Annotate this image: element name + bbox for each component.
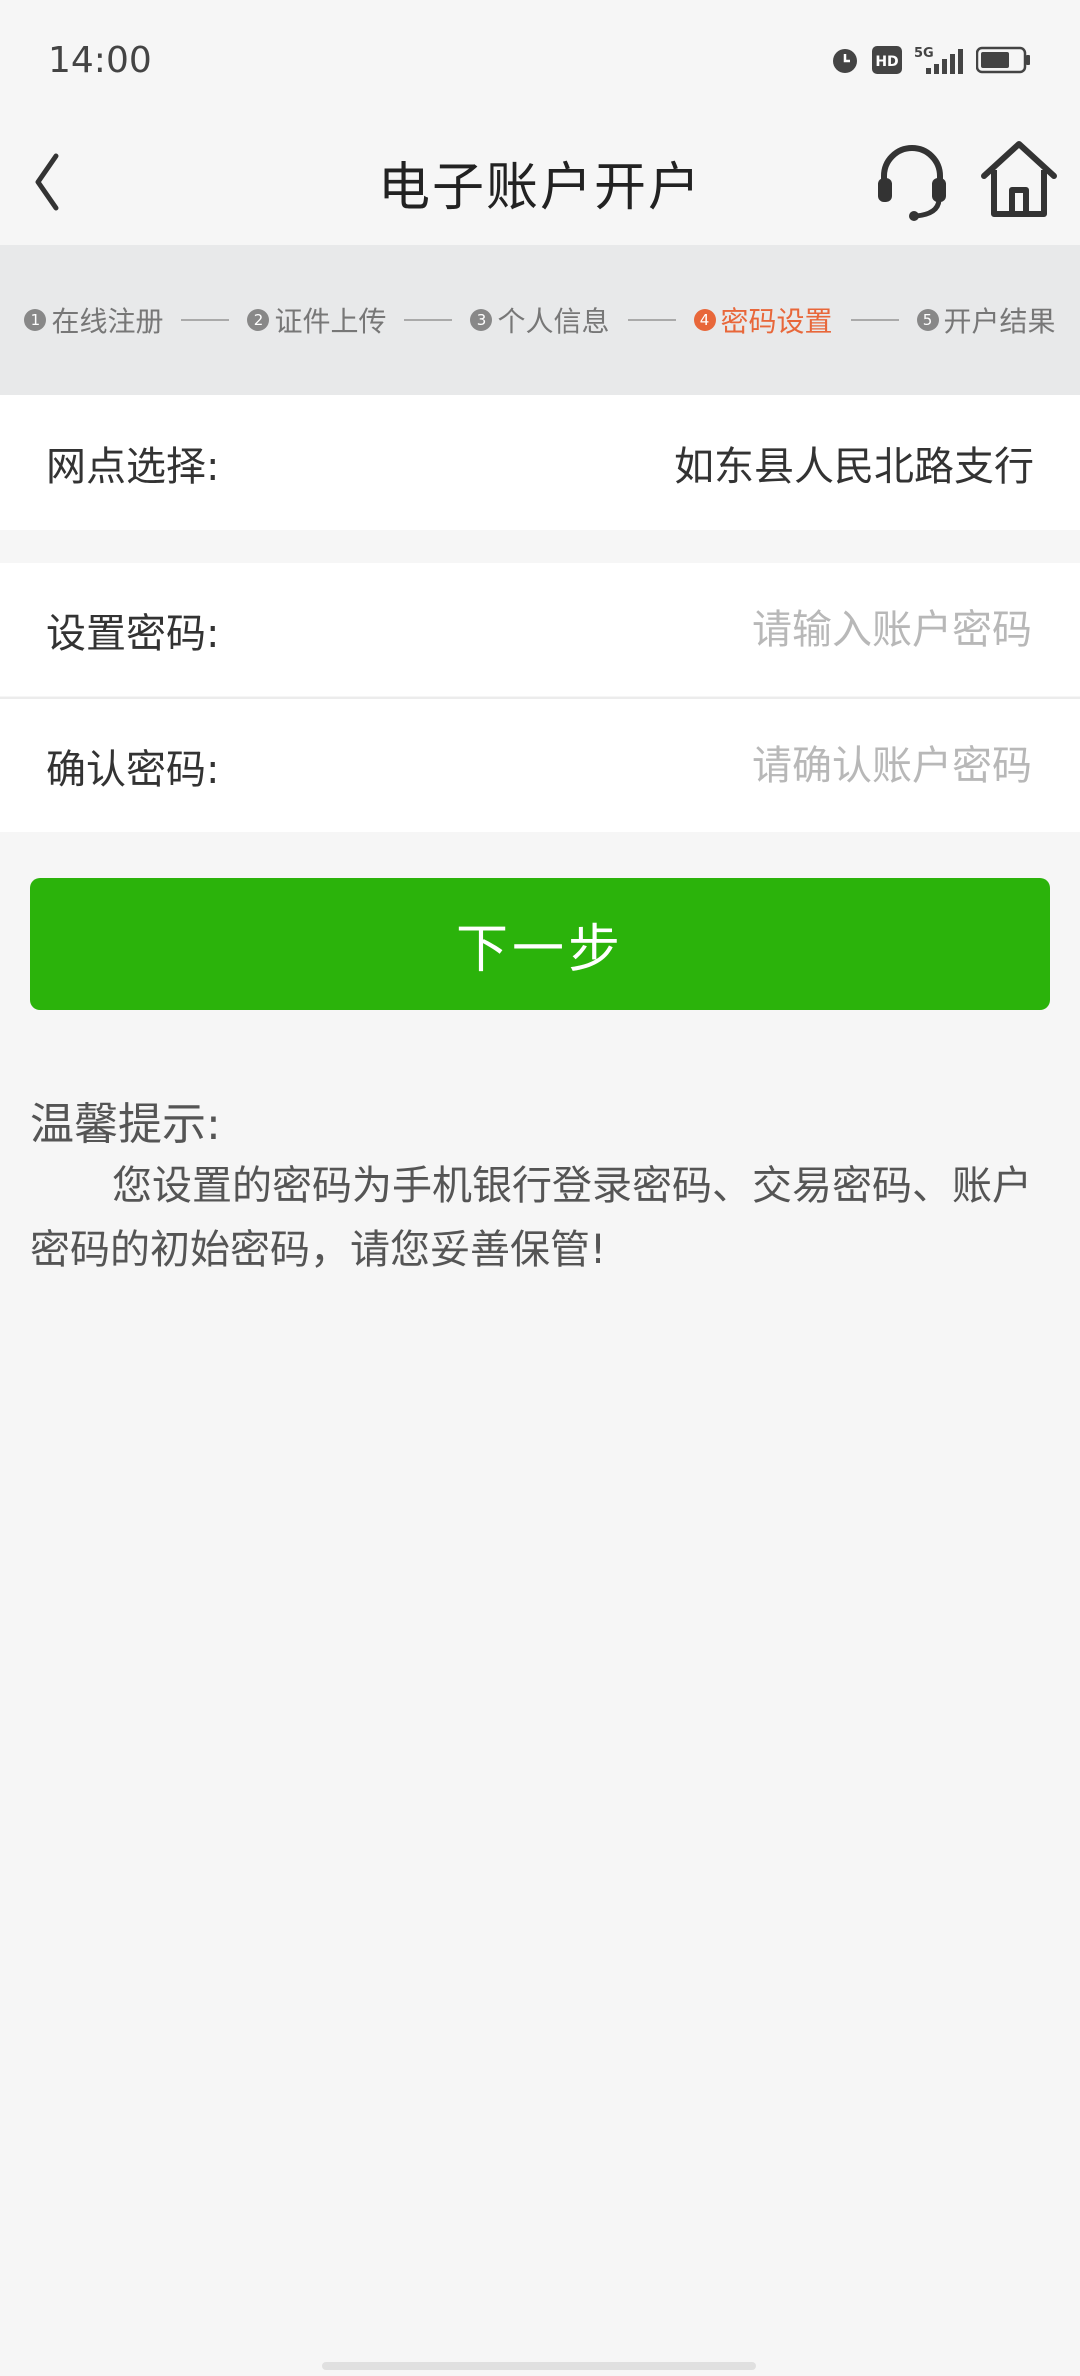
step-1: 1 在线注册 [24,300,163,340]
svg-text:5G: 5G [914,46,934,61]
next-button[interactable]: 下一步 [30,878,1050,1010]
step-label: 个人信息 [497,305,610,338]
chevron-left-icon[interactable] [24,142,104,222]
status-time: 14:00 [48,39,152,81]
step-connector [404,319,453,321]
step-4: 4 密码设置 [693,300,833,340]
step-progress: 1 在线注册 2 证件上传 3 个人信息 4 密码设置 5 开户结果 [0,245,1080,395]
branch-label: 网点选择: [46,443,220,490]
step-connector [850,319,899,321]
status-bar: 14:00 HD 5G [0,0,1080,120]
battery-icon [976,46,1030,74]
step-label: 在线注册 [51,305,164,338]
step-number: 2 [247,309,270,331]
branch-select-row[interactable]: 网点选择: 如东县人民北路支行 [0,395,1080,530]
nav-bar: 电子账户开户 [0,120,1080,245]
tip-title: 温馨提示: [30,1099,221,1150]
hd-icon: HD [872,46,902,74]
step-label: 开户结果 [943,305,1056,338]
step-label: 密码设置 [720,305,833,338]
branch-value: 如东县人民北路支行 [674,443,1034,490]
password-label: 设置密码: [46,610,220,657]
password-row: 设置密码: [0,563,1080,696]
confirm-password-label: 确认密码: [46,746,220,793]
status-icons: HD 5G [830,44,1032,76]
headset-icon[interactable] [872,138,952,224]
svg-text:HD: HD [875,54,898,70]
home-icon[interactable] [976,134,1062,224]
page-title: 电子账户开户 [377,158,702,218]
alarm-icon [833,49,857,73]
step-number: 4 [693,309,716,331]
step-connector [181,319,230,321]
step-2: 2 证件上传 [247,300,386,340]
step-label: 证件上传 [274,305,387,338]
confirm-password-input[interactable] [470,741,1034,790]
step-number: 3 [470,309,493,331]
step-number: 5 [916,309,939,331]
tip-body: 您设置的密码为手机银行登录密码、交易密码、账户密码的初始密码，请您妥善保管! [30,1163,1032,1273]
confirm-password-row: 确认密码: [0,699,1080,832]
5g-signal-icon: 5G [914,46,963,74]
step-number: 1 [24,309,47,331]
home-indicator[interactable] [322,2362,756,2370]
step-5: 5 开户结果 [916,300,1056,340]
password-input[interactable] [470,605,1034,654]
step-3: 3 个人信息 [470,300,610,340]
step-connector [627,319,676,321]
